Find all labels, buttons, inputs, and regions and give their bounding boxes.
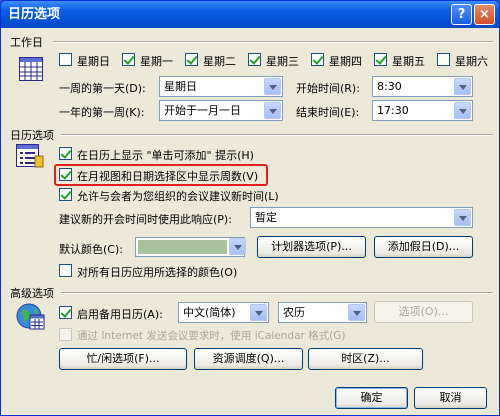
first-week-select[interactable]: 开始于一月一日 xyxy=(159,100,283,121)
add-holidays-button[interactable]: 添加假日(D)... xyxy=(374,236,473,258)
checkbox-icalendar[interactable] xyxy=(59,328,72,341)
planner-options-button[interactable]: 计划器选项(P)... xyxy=(257,236,366,258)
advanced-options-separator xyxy=(61,292,493,294)
calendar-options-dialog: 日历选项 ? × 工作日 星期日 星期一 星期二 星期三 星期四 星期五 星期六… xyxy=(0,0,500,416)
label-show-week-numbers: 在月视图和日期选择区中显示周数(V) xyxy=(77,170,259,183)
free-busy-options-button[interactable]: 忙/闲选项(F)... xyxy=(59,348,187,370)
checkbox-sunday[interactable] xyxy=(59,53,72,66)
chevron-down-icon[interactable] xyxy=(264,102,281,119)
work-week-separator xyxy=(53,41,493,43)
label-wednesday: 星期三 xyxy=(266,55,299,68)
calendar-list-icon xyxy=(16,144,44,168)
label-alt-calendar: 启用备用日历(A): xyxy=(77,308,163,321)
label-apply-color-all: 对所有日历应用所选择的颜色(O) xyxy=(77,266,238,279)
chevron-down-icon[interactable] xyxy=(250,304,267,321)
label-friday: 星期五 xyxy=(392,55,425,68)
label-tuesday: 星期二 xyxy=(203,55,236,68)
end-time-select[interactable]: 17:30 xyxy=(372,100,473,121)
alt-calendar-language-select[interactable]: 中文(简体) xyxy=(178,302,269,323)
alt-calendar-language-value: 中文(简体) xyxy=(183,306,236,319)
resource-scheduling-button[interactable]: 资源调度(Q)... xyxy=(194,348,303,370)
close-icon: × xyxy=(479,7,490,22)
calendar-grid-icon xyxy=(19,57,43,81)
label-thursday: 星期四 xyxy=(329,55,362,68)
alt-calendar-type-value: 农历 xyxy=(283,306,305,319)
help-button[interactable]: ? xyxy=(451,4,472,25)
first-day-value: 星期日 xyxy=(164,80,197,93)
first-day-select[interactable]: 星期日 xyxy=(159,76,283,97)
default-color-picker[interactable] xyxy=(135,237,246,257)
label-show-click-to-add: 在日历上显示 "单击可添加" 提示(H) xyxy=(77,149,254,162)
start-time-select[interactable]: 8:30 xyxy=(372,76,473,97)
end-time-label: 结束时间(E): xyxy=(296,106,360,119)
checkbox-saturday[interactable] xyxy=(437,53,450,66)
start-time-value: 8:30 xyxy=(377,80,402,93)
respond-select[interactable]: 暂定 xyxy=(250,207,473,228)
chevron-down-icon[interactable] xyxy=(454,78,471,95)
checkbox-show-click-to-add[interactable] xyxy=(59,147,72,160)
respond-value: 暂定 xyxy=(255,211,277,224)
checkbox-friday[interactable] xyxy=(374,53,387,66)
ok-button[interactable]: 确定 xyxy=(335,387,408,409)
color-dropdown[interactable] xyxy=(226,237,246,257)
respond-label: 建议新的开会时间时使用此响应(P): xyxy=(59,213,232,226)
label-monday: 星期一 xyxy=(140,55,173,68)
label-allow-new-time: 允许与会者为您组织的会议建议新时间(L) xyxy=(77,190,279,203)
start-time-label: 开始时间(R): xyxy=(296,82,360,95)
checkbox-apply-color-all[interactable] xyxy=(59,264,72,277)
title-bar[interactable]: 日历选项 xyxy=(1,1,499,28)
first-week-label: 一年的第一周(K): xyxy=(59,106,145,119)
alt-calendar-options-button[interactable]: 选项(O)... xyxy=(374,301,473,323)
label-sunday: 星期日 xyxy=(77,55,110,68)
alt-calendar-type-select[interactable]: 农历 xyxy=(278,302,367,323)
calendar-options-label: 日历选项 xyxy=(10,129,54,142)
checkbox-alt-calendar[interactable] xyxy=(59,306,72,319)
checkbox-allow-new-time[interactable] xyxy=(59,188,72,201)
help-icon: ? xyxy=(457,7,466,22)
globe-calendar-icon xyxy=(16,303,45,330)
label-icalendar: 通过 Internet 发送会议要求时，使用 iCalendar 格式(G) xyxy=(77,330,346,342)
checkbox-tuesday[interactable] xyxy=(185,53,198,66)
close-button[interactable]: × xyxy=(474,4,495,25)
first-week-value: 开始于一月一日 xyxy=(164,104,241,117)
chevron-down-icon[interactable] xyxy=(229,238,246,255)
checkbox-wednesday[interactable] xyxy=(248,53,261,66)
checkbox-thursday[interactable] xyxy=(311,53,324,66)
time-zone-button[interactable]: 时区(Z)... xyxy=(308,348,423,370)
chevron-down-icon[interactable] xyxy=(454,102,471,119)
advanced-options-label: 高级选项 xyxy=(10,287,54,300)
window-title: 日历选项 xyxy=(8,7,61,22)
calendar-options-separator xyxy=(61,134,493,136)
checkbox-show-week-numbers[interactable] xyxy=(59,168,72,181)
color-swatch xyxy=(138,240,227,254)
first-day-label: 一周的第一天(D): xyxy=(59,82,146,95)
chevron-down-icon[interactable] xyxy=(264,78,281,95)
label-saturday: 星期六 xyxy=(455,55,488,68)
checkbox-monday[interactable] xyxy=(122,53,135,66)
chevron-down-icon[interactable] xyxy=(348,304,365,321)
cancel-button[interactable]: 取消 xyxy=(414,387,487,409)
chevron-down-icon[interactable] xyxy=(454,209,471,226)
end-time-value: 17:30 xyxy=(377,104,409,117)
default-color-label: 默认颜色(C): xyxy=(59,243,123,256)
work-week-label: 工作日 xyxy=(10,36,43,49)
